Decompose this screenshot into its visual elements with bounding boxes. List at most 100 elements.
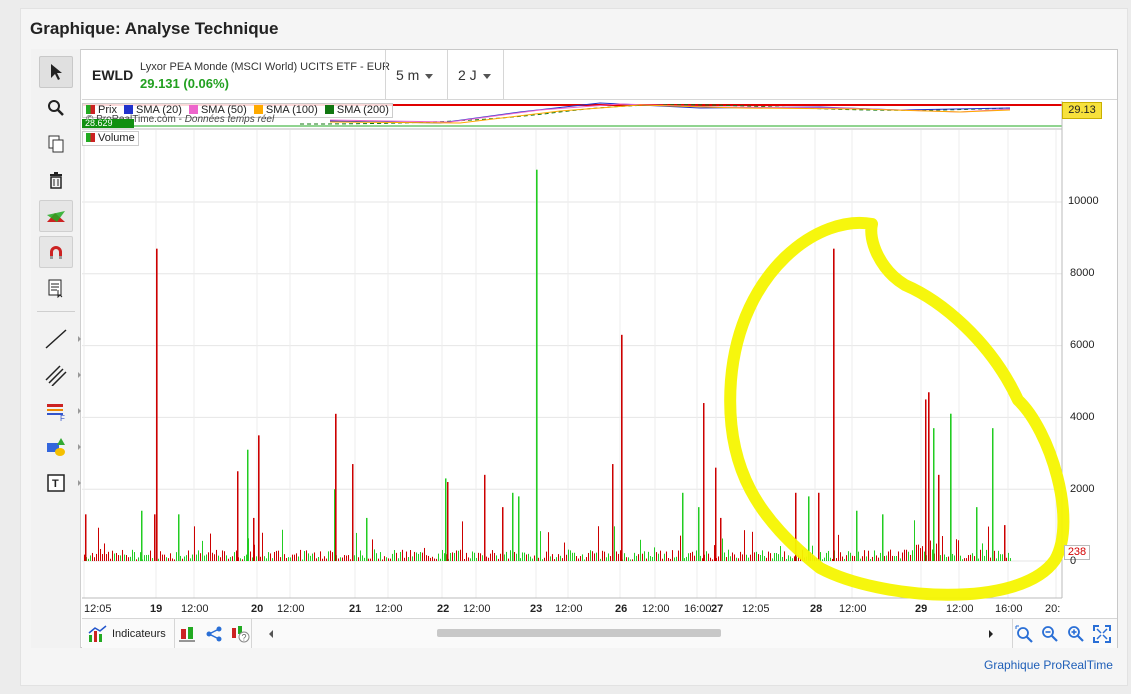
x-tick-label: 20: <box>1045 603 1061 615</box>
svg-text:?: ? <box>241 632 246 642</box>
copy-icon <box>48 135 64 153</box>
text-icon: T <box>47 474 65 492</box>
zoom-out-icon <box>1042 625 1058 642</box>
legend-item-sma200[interactable]: SMA (200) <box>324 104 389 116</box>
chevron-down-icon <box>482 73 491 79</box>
document-icon <box>48 279 63 298</box>
ticker-symbol: EWLD <box>92 67 134 83</box>
compare-button[interactable] <box>174 619 198 648</box>
legend-swatch <box>86 133 95 142</box>
scroll-right-button[interactable] <box>984 619 998 648</box>
scroll-left-button[interactable] <box>264 619 278 648</box>
fullscreen-icon <box>1093 624 1111 643</box>
legend-swatch <box>124 105 134 114</box>
share-button[interactable] <box>202 619 226 648</box>
prorealtime-link[interactable]: Graphique ProRealTime <box>984 658 1113 672</box>
magnet-icon <box>50 246 62 259</box>
zoom-reset-button[interactable] <box>1012 619 1036 648</box>
x-tick-label: 21 <box>349 603 362 615</box>
zoom-fit-icon <box>1015 625 1033 643</box>
x-tick-label: 16:00 <box>684 603 712 615</box>
indicators-button[interactable]: Indicateurs <box>88 619 166 648</box>
page-title: Graphique: Analyse Technique <box>30 19 279 38</box>
shapes-icon <box>47 438 65 456</box>
x-tick-label: 12:00 <box>375 603 403 615</box>
toolbar-divider <box>37 311 75 312</box>
trendline-icon <box>45 329 67 349</box>
x-tick-label: 22 <box>437 603 450 615</box>
arrow-right-icon <box>989 629 993 638</box>
period-value: 2 J <box>458 67 477 83</box>
y-tick-label: 10000 <box>1068 195 1099 207</box>
x-tick-label: 12:00 <box>555 603 583 615</box>
legend-swatch <box>324 105 334 114</box>
period-dropdown[interactable]: 2 J <box>458 67 491 83</box>
x-tick-label: 12:00 <box>463 603 491 615</box>
chevron-down-icon <box>425 73 434 79</box>
zoom-tool-button[interactable] <box>39 92 73 124</box>
interval-dropdown[interactable]: 5 m <box>396 67 434 83</box>
x-tick-label: 12:05 <box>742 603 770 615</box>
help-icon: ? <box>231 625 249 642</box>
chart-frame <box>31 49 1118 648</box>
x-tick-label: 12:00 <box>277 603 305 615</box>
svg-text:T: T <box>52 478 59 490</box>
x-tick-label: 12:00 <box>181 603 209 615</box>
header-divider <box>447 50 448 100</box>
arrow-left-icon <box>269 629 273 638</box>
text-tool-button[interactable]: T <box>39 467 81 499</box>
parallel-lines-icon <box>45 365 67 386</box>
zoom-in-button[interactable] <box>1064 619 1088 648</box>
fibonacci-icon: F <box>47 404 65 421</box>
magnet-button[interactable] <box>39 236 73 268</box>
line-tool-button[interactable] <box>39 323 81 355</box>
x-tick-label: 29 <box>915 603 928 615</box>
fullscreen-button[interactable] <box>1090 619 1114 648</box>
instrument-name: Lyxor PEA Monde (MSCI World) UCITS ETF -… <box>140 61 390 73</box>
y-tick-label: 6000 <box>1070 339 1095 351</box>
interval-value: 5 m <box>396 67 420 83</box>
indicators-icon <box>88 624 107 642</box>
pointer-tool-button[interactable] <box>39 56 73 88</box>
x-tick-label: 28 <box>810 603 823 615</box>
x-tick-label: 26 <box>615 603 628 615</box>
x-tick-label: 12:00 <box>642 603 670 615</box>
current-volume-label: 238 <box>1064 545 1090 560</box>
shapes-tool-button[interactable] <box>39 431 81 463</box>
legend-label: SMA (200) <box>336 104 389 116</box>
channel-tool-button[interactable] <box>39 359 81 391</box>
current-price-badge: 29.13 <box>1062 102 1102 119</box>
legend-swatch <box>188 105 198 114</box>
x-tick-label: 20 <box>251 603 264 615</box>
y-tick-label: 0 <box>1070 555 1077 567</box>
magnifier-icon <box>48 100 64 116</box>
zoom-out-button[interactable] <box>1038 619 1062 648</box>
low-price-badge: 28.629 <box>82 119 134 128</box>
x-tick-label: 23 <box>530 603 543 615</box>
cursor-icon <box>51 64 62 80</box>
fibonacci-tool-button[interactable]: F <box>39 395 81 427</box>
header-divider <box>503 50 504 100</box>
svg-text:F: F <box>60 414 65 421</box>
legend-swatch <box>86 105 95 114</box>
share-icon <box>206 626 222 641</box>
legend-label: Volume <box>98 132 135 144</box>
y-tick-label: 2000 <box>1070 483 1095 495</box>
volume-legend[interactable]: Volume <box>82 131 139 146</box>
chart-type-icon <box>47 211 65 222</box>
legend-swatch <box>253 105 263 114</box>
zoom-in-icon <box>1068 625 1084 642</box>
scrollbar-thumb[interactable] <box>437 629 721 637</box>
indicators-label: Indicateurs <box>112 627 166 640</box>
x-tick-label: 12:05 <box>84 603 112 615</box>
credit-realtime: Données temps réel <box>184 114 275 125</box>
delete-tool-button[interactable] <box>39 164 73 196</box>
copy-tool-button[interactable] <box>39 128 73 160</box>
candle-style-button[interactable] <box>39 200 73 232</box>
x-tick-label: 19 <box>150 603 163 615</box>
properties-button[interactable] <box>39 272 73 304</box>
help-button[interactable]: ? <box>228 619 252 648</box>
header-divider <box>385 50 386 100</box>
y-tick-label: 4000 <box>1070 411 1095 423</box>
x-tick-label: 27 <box>711 603 724 615</box>
